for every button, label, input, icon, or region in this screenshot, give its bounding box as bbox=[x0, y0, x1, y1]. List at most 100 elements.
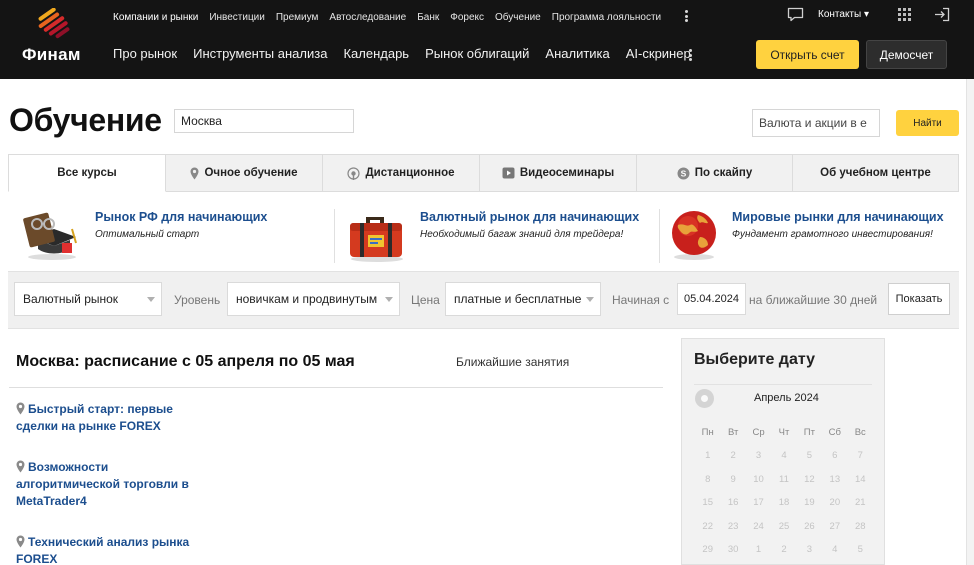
week-row: 1 2 3 4 5 6 7 bbox=[695, 444, 873, 467]
show-button[interactable]: Показать bbox=[888, 283, 950, 315]
globe-icon bbox=[672, 211, 716, 260]
page-scrollbar[interactable] bbox=[966, 79, 974, 565]
subnav-item-forex[interactable]: Форекс bbox=[450, 12, 484, 23]
previous-month-icon[interactable] bbox=[695, 389, 714, 408]
calendar-grid: Пн Вт Ср Чт Пт Сб Вс 1 2 3 4 5 6 7 8 9 1… bbox=[695, 421, 873, 561]
suitcase-icon bbox=[350, 217, 403, 262]
tab-remote[interactable]: Дистанционное bbox=[323, 154, 480, 192]
map-pin-icon bbox=[16, 535, 25, 548]
featured-title[interactable]: Рынок РФ для начинающих bbox=[95, 210, 267, 224]
graduation-cap-icon bbox=[23, 212, 77, 260]
mainnav-item-ai-screener[interactable]: AI-скринер bbox=[626, 46, 691, 61]
map-pin-icon bbox=[190, 167, 199, 179]
calendar-day: 1 bbox=[755, 543, 762, 555]
course-title[interactable]: Возможности алгоритмической торговли в M… bbox=[16, 460, 189, 508]
apps-grid-icon[interactable] bbox=[898, 8, 911, 21]
course-item[interactable]: Технический анализ рынка FOREX bbox=[16, 534, 216, 565]
calendar-day: 26 bbox=[804, 520, 815, 532]
week-row: 29 30 1 2 3 4 5 bbox=[695, 538, 873, 561]
course-tabs: Все курсы Очное обучение Дистанционное В… bbox=[8, 154, 959, 192]
login-icon[interactable] bbox=[934, 7, 950, 22]
course-item[interactable]: Возможности алгоритмической торговли в M… bbox=[16, 459, 206, 510]
chevron-down-icon bbox=[586, 297, 594, 302]
tab-in-person[interactable]: Очное обучение bbox=[166, 154, 323, 192]
featured-title[interactable]: Мировые рынки для начинающих bbox=[732, 210, 944, 224]
level-select[interactable]: новичкам и продвинутым bbox=[227, 282, 400, 316]
weekday-label: Чт bbox=[778, 427, 790, 438]
calendar-day: 4 bbox=[832, 543, 838, 555]
week-row: 15 16 17 18 19 20 21 bbox=[695, 491, 873, 514]
calendar-day: 27 bbox=[829, 520, 841, 532]
calendar-day: 18 bbox=[778, 497, 790, 509]
tab-skype[interactable]: S По скайпу bbox=[637, 154, 793, 192]
calendar-day: 30 bbox=[727, 543, 739, 555]
calendar-day: 29 bbox=[702, 543, 713, 555]
page-title: Обучение bbox=[9, 102, 162, 138]
start-date-input[interactable]: 05.04.2024 bbox=[677, 283, 746, 315]
calendar-day: 10 bbox=[753, 473, 764, 485]
play-icon bbox=[502, 167, 515, 179]
week-row: 8 9 10 11 12 13 14 bbox=[695, 468, 873, 491]
featured-divider bbox=[659, 209, 660, 263]
select-value: новичкам и продвинутым bbox=[236, 292, 378, 306]
search-input[interactable] bbox=[752, 109, 880, 137]
calendar-day: 7 bbox=[857, 450, 863, 462]
price-select[interactable]: платные и бесплатные bbox=[445, 282, 601, 316]
schedule-title: Москва: расписание с 05 апреля по 05 мая bbox=[16, 353, 355, 370]
featured-title[interactable]: Валютный рынок для начинающих bbox=[420, 210, 639, 224]
demo-account-button[interactable]: Демосчет bbox=[866, 40, 947, 69]
tab-about-center[interactable]: Об учебном центре bbox=[793, 154, 959, 192]
mainnav-item-tools[interactable]: Инструменты анализа bbox=[193, 46, 327, 61]
tab-video-seminars[interactable]: Видеосеминары bbox=[480, 154, 637, 192]
featured-course-russia[interactable]: Рынок РФ для начинающих Оптимальный стар… bbox=[22, 207, 322, 265]
city-input[interactable] bbox=[174, 109, 354, 133]
mainnav-item-calendar[interactable]: Календарь bbox=[343, 46, 409, 61]
mainnav-item-analytics[interactable]: Аналитика bbox=[545, 46, 609, 61]
skype-icon: S bbox=[677, 167, 690, 179]
chat-icon[interactable] bbox=[787, 7, 804, 22]
subnav-item-premium[interactable]: Премиум bbox=[276, 12, 319, 23]
level-label: Уровень bbox=[174, 293, 221, 307]
chevron-down-icon bbox=[147, 297, 155, 302]
subnav-item-companies[interactable]: Компании и рынки bbox=[113, 12, 198, 23]
logo-text[interactable]: Финам bbox=[22, 45, 81, 65]
date-picker: Выберите дату Апрель 2024 Пн Вт Ср Чт Пт… bbox=[681, 338, 885, 565]
calendar-day: 22 bbox=[702, 520, 713, 532]
subnav-item-autofollow[interactable]: Автоследование bbox=[329, 12, 406, 23]
featured-course-world[interactable]: Мировые рынки для начинающих Фундамент г… bbox=[670, 207, 960, 265]
course-item[interactable]: Быстрый старт: первые сделки на рынке FO… bbox=[16, 401, 216, 435]
subnav-item-investments[interactable]: Инвестиции bbox=[209, 12, 265, 23]
select-value: платные и бесплатные bbox=[454, 292, 582, 306]
find-button[interactable]: Найти bbox=[896, 110, 959, 136]
mainnav-item-bonds[interactable]: Рынок облигаций bbox=[425, 46, 529, 61]
course-title[interactable]: Технический анализ рынка FOREX bbox=[16, 535, 189, 565]
calendar-day: 25 bbox=[778, 520, 790, 532]
weekday-label: Пт bbox=[803, 427, 815, 438]
finam-logo-icon[interactable] bbox=[34, 8, 74, 40]
start-label: Начиная с bbox=[612, 293, 670, 307]
subnav-item-bank[interactable]: Банк bbox=[417, 12, 439, 23]
weekday-label: Вт bbox=[727, 427, 739, 438]
calendar-day: 2 bbox=[730, 450, 736, 462]
main-nav: Про рынок Инструменты анализа Календарь … bbox=[113, 46, 707, 61]
featured-course-forex[interactable]: Валютный рынок для начинающих Необходимы… bbox=[346, 207, 656, 265]
open-account-button[interactable]: Открыть счет bbox=[756, 40, 859, 69]
secondary-nav: Компании и рынки Инвестиции Премиум Авто… bbox=[113, 10, 688, 24]
mainnav-item-market[interactable]: Про рынок bbox=[113, 46, 177, 61]
mainnav-more-icon[interactable] bbox=[688, 49, 692, 61]
subnav-more-icon[interactable] bbox=[684, 10, 688, 22]
tab-all-courses[interactable]: Все курсы bbox=[8, 154, 166, 192]
course-title[interactable]: Быстрый старт: первые сделки на рынке FO… bbox=[16, 402, 173, 433]
tab-label: Видеосеминары bbox=[519, 167, 615, 179]
calendar-title: Выберите дату bbox=[694, 351, 815, 368]
contacts-dropdown[interactable]: Контакты ▾ bbox=[818, 9, 869, 20]
calendar-day: 21 bbox=[854, 497, 866, 509]
subnav-item-loyalty[interactable]: Программа лояльности bbox=[552, 12, 661, 23]
calendar-day: 1 bbox=[705, 450, 711, 462]
subnav-item-education[interactable]: Обучение bbox=[495, 12, 541, 23]
tab-label: По скайпу bbox=[694, 167, 753, 179]
calendar-month: Апрель 2024 bbox=[754, 392, 819, 404]
market-select[interactable]: Валютный рынок bbox=[14, 282, 162, 316]
weekday-label: Сб bbox=[828, 427, 841, 438]
calendar-day: 16 bbox=[727, 497, 739, 509]
